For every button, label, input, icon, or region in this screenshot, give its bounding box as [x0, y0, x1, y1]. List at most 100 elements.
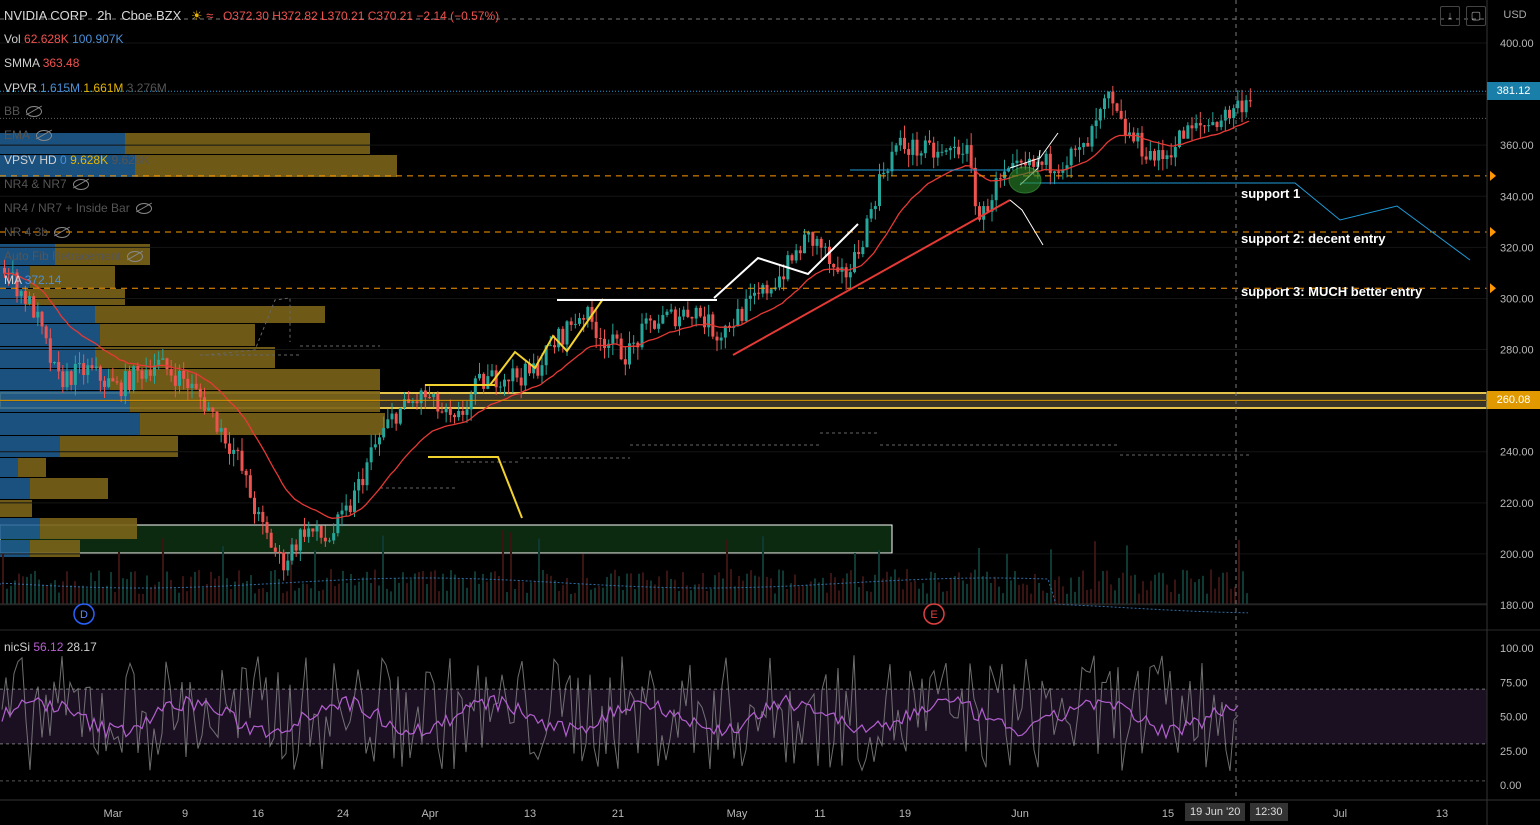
candle-body	[278, 551, 281, 553]
hidden-eye-icon[interactable]	[135, 203, 152, 215]
candle-body	[632, 342, 636, 344]
candle-body	[340, 510, 344, 515]
legend-ma[interactable]: MA 372.14	[4, 273, 61, 287]
candle-body	[490, 370, 494, 377]
zone-price-tag: 260.08	[1487, 391, 1540, 410]
volume-bar	[1086, 589, 1088, 604]
ohlc-values: O372.30 H372.82 L370.21 C370.21 −2.14 (−…	[222, 9, 500, 23]
scroll-down-button[interactable]: ↓	[1440, 6, 1460, 26]
volume-bar	[458, 579, 460, 604]
candle-body	[936, 151, 940, 158]
volume-bar	[46, 585, 48, 604]
candle-body	[878, 174, 881, 207]
candle-body	[386, 419, 390, 429]
symbol-name[interactable]: NVIDIA CORP	[4, 8, 88, 23]
legend-ema[interactable]: EMA	[4, 128, 53, 142]
hidden-eye-icon[interactable]	[126, 251, 143, 263]
hidden-eye-icon[interactable]	[26, 106, 43, 118]
earnings-marker[interactable]: E	[923, 603, 945, 625]
volume-bar	[930, 571, 932, 604]
volume-bar	[542, 569, 544, 604]
candle-body	[361, 479, 365, 486]
legend-oscillator[interactable]: nicSi 56.12 28.17	[4, 640, 97, 654]
currency-label[interactable]: USD	[1496, 6, 1534, 24]
volume-bar	[406, 583, 408, 604]
dividend-marker[interactable]: D	[73, 603, 95, 625]
volume-bar	[938, 582, 940, 604]
interval[interactable]: 2h	[97, 8, 111, 23]
candle-body	[507, 379, 511, 382]
time-tick-label: Apr	[421, 808, 438, 820]
candle-body	[140, 370, 144, 379]
candle-body	[157, 359, 161, 366]
candle-body	[573, 323, 577, 325]
volume-bar	[798, 586, 800, 604]
candle-body	[953, 146, 956, 149]
candle-body	[257, 511, 261, 515]
volume-bar	[1002, 593, 1004, 604]
legend-bb[interactable]: BB	[4, 104, 43, 118]
legend-smma[interactable]: SMMA 363.48	[4, 56, 79, 70]
candle-body	[765, 284, 769, 294]
volume-bar	[966, 583, 968, 604]
volume-bar	[622, 589, 624, 604]
legend-vpsv[interactable]: VPSV HD 0 9.628K 9.628K	[4, 153, 150, 167]
annotation-support-2[interactable]: support 2: decent entry	[1241, 231, 1385, 246]
candle-body	[653, 320, 656, 329]
legend-nr4-inside[interactable]: NR4 / NR7 + Inside Bar	[4, 201, 152, 215]
candle-body	[894, 145, 898, 152]
price-tick-label: 320.00	[1500, 242, 1534, 254]
legend-nr4-nr7[interactable]: NR4 & NR7	[4, 177, 89, 191]
volume-bar	[1198, 579, 1200, 604]
candle-body	[1190, 125, 1194, 129]
volume-bar	[838, 590, 840, 604]
profile-bar-down	[25, 289, 125, 305]
volume-bar	[142, 593, 144, 604]
candle-body	[407, 399, 411, 403]
hidden-eye-icon[interactable]	[72, 179, 89, 191]
profile-bar-up	[0, 369, 110, 390]
legend-vpvr[interactable]: VPVR 1.615M 1.661M 3.276M	[4, 81, 167, 95]
candle-body	[1103, 98, 1106, 110]
volume-bar	[650, 580, 652, 604]
volume-bar	[706, 590, 708, 604]
hidden-eye-icon[interactable]	[54, 227, 71, 239]
volume-bar	[994, 576, 996, 604]
profile-bar-up	[0, 518, 40, 539]
candle-body	[173, 375, 177, 386]
maximize-button[interactable]: ▢	[1466, 6, 1486, 26]
volume-bar	[510, 532, 512, 604]
volume-bar	[1122, 572, 1124, 604]
volume-bar	[434, 570, 436, 604]
candle-body	[1194, 123, 1198, 129]
candle-body	[744, 298, 748, 321]
candle-body	[98, 366, 102, 381]
candle-body	[898, 137, 902, 146]
profile-bar-up	[0, 436, 60, 457]
legend-fib[interactable]: Auto Fib Retracement	[4, 249, 143, 263]
volume-bar	[910, 582, 912, 604]
support-marker	[1490, 170, 1496, 181]
annotation-support-1[interactable]: support 1	[1241, 186, 1300, 201]
volume-bar	[866, 591, 868, 604]
candle-body	[1215, 122, 1219, 128]
support-marker	[1490, 227, 1496, 238]
volume-bar	[1026, 584, 1028, 604]
candle-body	[303, 529, 306, 537]
volume-bar	[646, 579, 648, 604]
support-marker	[1490, 283, 1496, 294]
price-chart[interactable]: 180.00200.00220.00240.00260.00280.00300.…	[0, 0, 1540, 825]
volume-bar	[1046, 592, 1048, 604]
volume-bar	[58, 592, 60, 604]
candle-body	[973, 167, 977, 207]
volume-bar	[338, 583, 340, 604]
legend-vol[interactable]: Vol 62.628K 100.907K	[4, 32, 123, 46]
legend-nr43b[interactable]: NR 4 3b	[4, 225, 71, 239]
candle-body	[457, 410, 461, 418]
annotation-support-3[interactable]: support 3: MUCH better entry	[1241, 284, 1422, 299]
hidden-eye-icon[interactable]	[36, 130, 53, 142]
candle-body	[669, 309, 673, 312]
volume-bar	[486, 581, 488, 604]
candle-body	[911, 139, 915, 155]
candle-body	[1223, 109, 1227, 121]
